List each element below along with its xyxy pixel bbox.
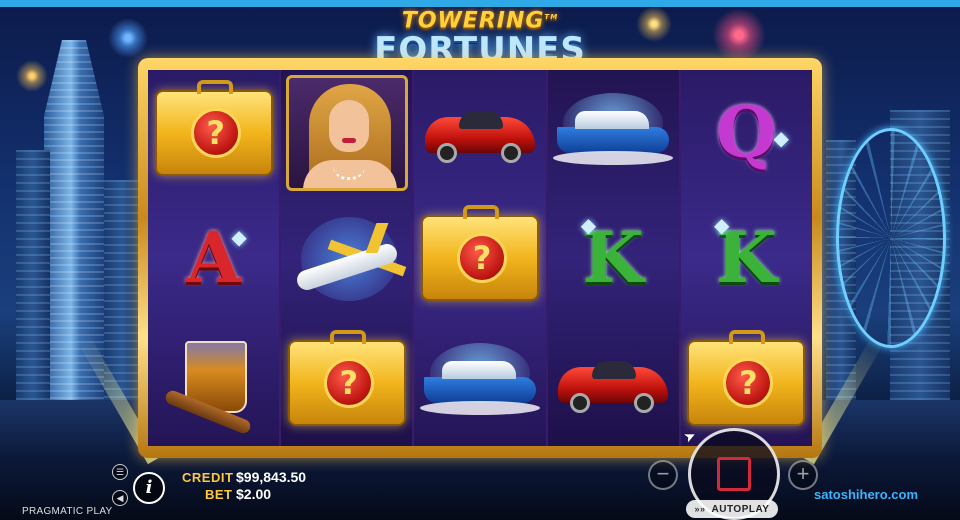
symbol-jet-plane (281, 195, 412, 320)
menu-button[interactable]: ☰ (112, 464, 128, 480)
whisky-glass-icon (159, 335, 269, 436)
jet-plane-icon (287, 213, 407, 303)
question-mark: ? (190, 107, 241, 158)
diamond-icon: ◆ (231, 224, 247, 249)
trademark: TM (544, 13, 559, 21)
building (16, 150, 50, 420)
autoplay-arrows-icon: »» (694, 504, 706, 514)
question-mark: ? (457, 232, 507, 283)
info-button[interactable]: i (133, 472, 165, 504)
reel-5: Q ◆ K ◆ ? (680, 70, 813, 446)
autoplay-label: AUTOPLAY (711, 504, 770, 515)
control-bar: ☰ ◀ i CREDIT $99,843.50 BET $2.00 PRAGMA… (0, 426, 960, 520)
symbol-mystery-case: ? (281, 321, 412, 446)
site-watermark: satoshihero.com (814, 487, 919, 502)
question-mark: ? (723, 358, 774, 409)
firework (712, 8, 766, 62)
suitcase-icon: ? (154, 79, 273, 176)
reel-2: ? (281, 70, 413, 446)
game-stage: TOWERINGTM FORTUNES ? A ◆ ? ? K ◆ Q ◆ K … (0, 0, 960, 520)
reel-3: ? (414, 70, 546, 446)
ferris-wheel (836, 128, 946, 348)
diamond-icon: ◆ (580, 212, 597, 237)
logo-line-1: TOWERINGTM (401, 8, 559, 34)
provider-label: PRAGMATIC PLAY (22, 506, 113, 517)
bet-label: BET (205, 487, 233, 502)
letter-k: K ◆ (580, 212, 644, 299)
symbol-red-sports-car (414, 70, 545, 195)
sports-car-icon (425, 103, 535, 163)
firework (636, 6, 672, 42)
yacht-icon (420, 343, 540, 423)
sports-car-icon (558, 353, 669, 414)
reel-1: ? A ◆ (148, 70, 280, 446)
suitcase-icon: ? (421, 204, 539, 301)
sound-button[interactable]: ◀ (112, 490, 128, 506)
symbol-mystery-case: ? (148, 70, 279, 195)
symbol-blue-yacht (548, 70, 679, 195)
increase-bet-button[interactable]: + (788, 460, 818, 490)
symbol-letter-k: K ◆ (681, 195, 812, 320)
letter-q: Q ◆ (715, 90, 789, 174)
stop-icon (717, 457, 751, 491)
autoplay-button[interactable]: »» AUTOPLAY (686, 500, 778, 518)
letter-k: K ◆ (713, 212, 777, 299)
diamond-icon: ◆ (713, 212, 730, 237)
decrease-bet-button[interactable]: − (648, 460, 678, 490)
symbol-blue-yacht (414, 321, 545, 446)
credit-value: $99,843.50 (236, 469, 307, 485)
credit-label: CREDIT (182, 470, 234, 485)
letter-a: A ◆ (186, 215, 247, 299)
firework (16, 60, 48, 92)
question-mark: ? (323, 358, 374, 409)
symbol-mystery-case: ? (414, 195, 545, 320)
woman-portrait-icon (285, 74, 408, 191)
suitcase-icon: ? (687, 330, 806, 427)
symbol-whisky-cigar (148, 321, 279, 446)
bet-value: $2.00 (236, 486, 272, 502)
reel-4: K ◆ (547, 70, 679, 446)
symbol-letter-q: Q ◆ (681, 70, 812, 195)
reel-grid: ? A ◆ ? ? K ◆ Q ◆ K ◆ ? (148, 70, 813, 446)
symbol-mystery-case: ? (681, 321, 812, 446)
symbol-letter-k: K ◆ (548, 195, 679, 320)
firework (108, 18, 148, 58)
symbol-red-sports-car (548, 321, 679, 446)
symbol-woman-portrait (281, 70, 412, 195)
diamond-icon: ◆ (773, 125, 789, 150)
symbol-letter-a: A ◆ (148, 195, 279, 320)
yacht-icon (553, 92, 674, 173)
suitcase-icon: ? (287, 330, 406, 427)
